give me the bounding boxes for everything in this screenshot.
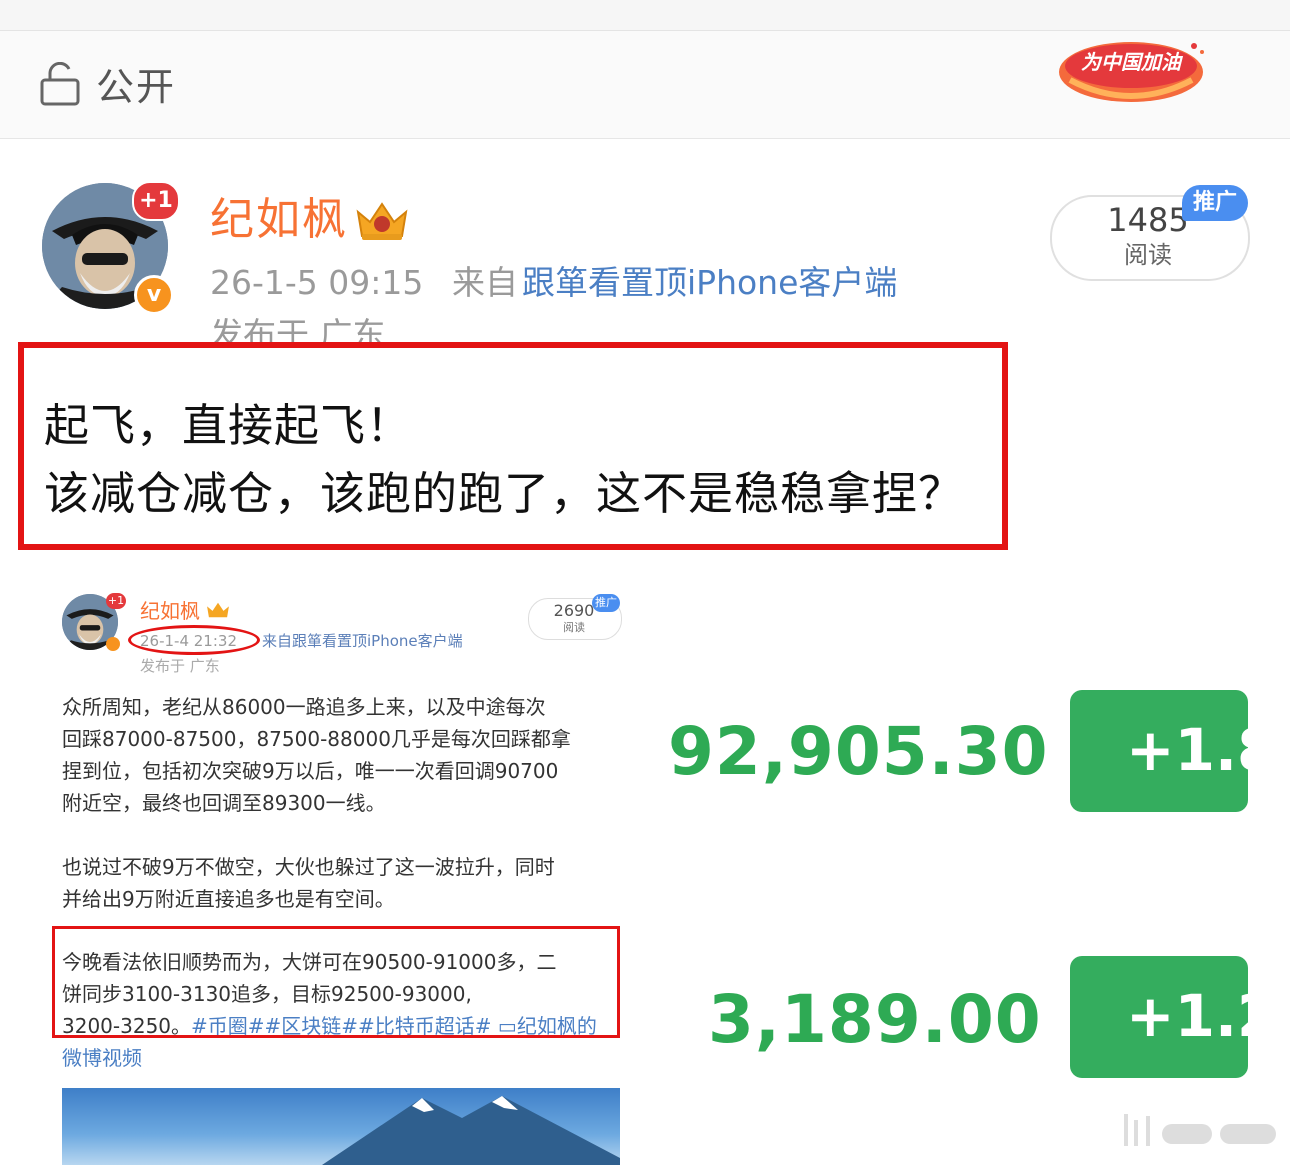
embedded-hashtags: #币圈##区块链##比特币超话# ▭纪如枫的 xyxy=(191,1014,597,1038)
embedded-text-line: 饼同步3100-3130追多，目标92500-93000, xyxy=(62,982,472,1006)
embedded-author: 纪如枫 xyxy=(140,599,200,623)
embedded-text-line: 3200-3250。#币圈##区块链##比特币超话# ▭纪如枫的 xyxy=(62,1010,622,1042)
price-value: 3,189.00 xyxy=(708,981,1042,1058)
read-label: 阅读 xyxy=(1124,241,1172,269)
price-value: 92,905.30 xyxy=(668,713,1049,790)
promote-tag[interactable]: 推广 xyxy=(1182,185,1248,221)
embedded-video-link: 微博视频 xyxy=(62,1046,142,1070)
embedded-time-circle xyxy=(128,625,260,655)
price-change-badge: +1.2 xyxy=(1070,956,1248,1078)
embedded-location: 发布于 广东 xyxy=(140,657,220,675)
embedded-client: 来自跟箪看置顶iPhone客户端 xyxy=(262,632,463,650)
post-text-line: 该减仓减仓，该跑的跑了，这不是稳稳拿捏？ xyxy=(44,467,965,520)
embedded-text-line: 并给出9万附近直接追多也是有空间。 xyxy=(62,887,395,911)
post-client-link[interactable]: 跟箪看置顶iPhone客户端 xyxy=(522,262,897,304)
embedded-target-text: 3200-3250。 xyxy=(62,1014,192,1038)
embedded-mountain-image xyxy=(62,1088,620,1165)
author-name[interactable]: 纪如枫 xyxy=(210,192,348,248)
post-text-line: 起飞，直接起飞！ xyxy=(44,399,413,452)
post-from-label: 来自 xyxy=(452,263,518,302)
avatar-plus-badge: +1 xyxy=(132,181,180,221)
embedded-plus-badge: +1 xyxy=(106,593,126,609)
watermark-icon xyxy=(1124,1114,1276,1146)
visibility-label: 公开 xyxy=(96,65,177,109)
embedded-text-line: 今晚看法依旧顺势而为，大饼可在90500-91000多，二 xyxy=(62,950,557,974)
unlock-icon xyxy=(40,62,80,106)
embedded-text-line: 捏到位，包括初次突破9万以后，唯一一次看回调90700 xyxy=(62,759,559,783)
post-time: 26-1-5 09:15 xyxy=(210,263,424,302)
price-change-badge: +1.8 xyxy=(1070,690,1248,812)
embedded-text-line: 附近空，最终也回调至89300一线。 xyxy=(62,791,386,815)
embedded-read-label: 阅读 xyxy=(563,621,585,634)
embedded-text-line: 回踩87000-87500，87500-88000几乎是每次回踩都拿 xyxy=(62,727,571,751)
embedded-text-line: 也说过不破9万不做空，大伙也躲过了这一波拉升，同时 xyxy=(62,855,555,879)
crown-icon xyxy=(356,202,408,240)
verified-badge-icon: v xyxy=(134,275,174,315)
embedded-promo-tag: 推广 xyxy=(592,594,620,612)
top-strip xyxy=(0,0,1290,31)
embedded-verified-icon xyxy=(106,637,120,651)
embedded-text-line: 众所周知，老纪从86000一路追多上来，以及中途每次 xyxy=(62,695,546,719)
embedded-crown-icon xyxy=(207,602,229,618)
campaign-badge-label: 为中国加油 xyxy=(1081,50,1181,74)
